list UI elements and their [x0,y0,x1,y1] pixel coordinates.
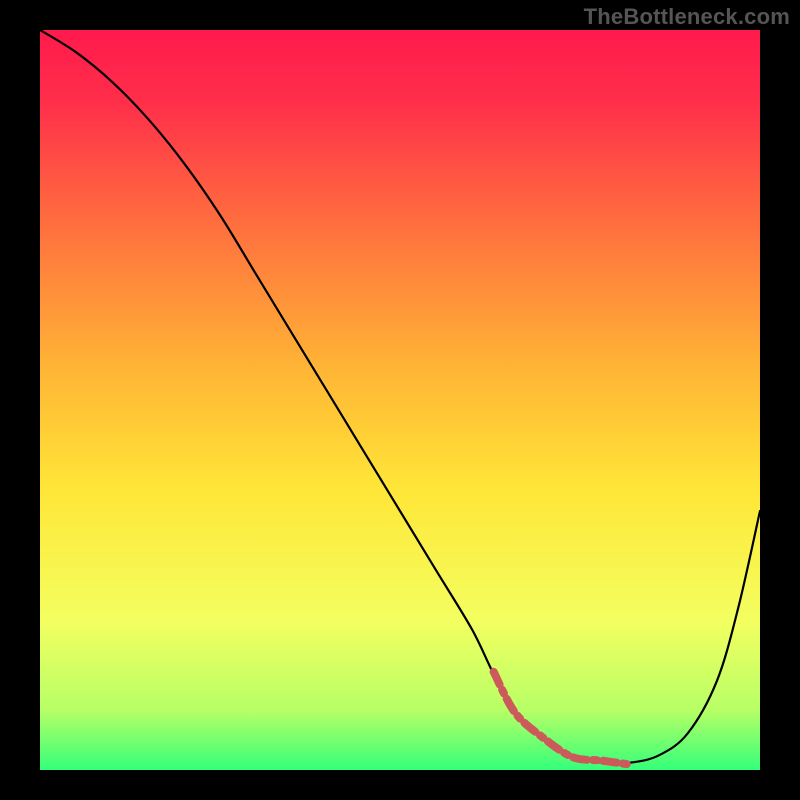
watermark-label: TheBottleneck.com [584,4,790,30]
bottleneck-chart [40,30,760,770]
chart-frame: TheBottleneck.com [0,0,800,800]
gradient-background [40,30,760,770]
chart-svg [40,30,760,770]
